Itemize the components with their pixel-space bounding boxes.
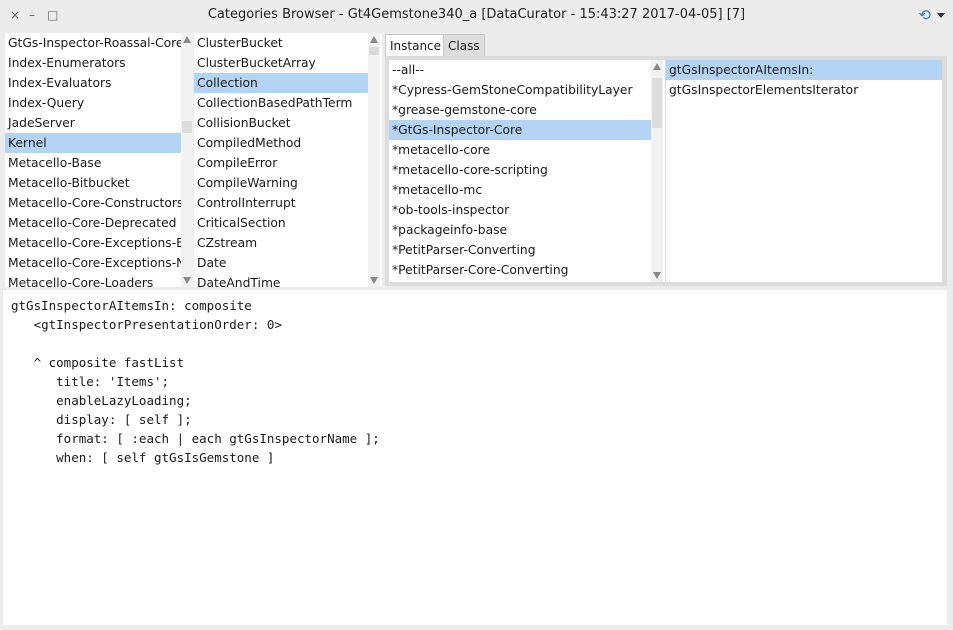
method-list-item[interactable]: gtGsInspectorAItemsIn: (666, 60, 942, 80)
source-line: gtGsInspectorAItemsIn: composite (11, 298, 252, 313)
source-line: ^ composite fastList (11, 355, 185, 370)
scroll-thumb[interactable] (652, 78, 662, 128)
source-line: enableLazyLoading; (11, 393, 192, 408)
category-list-item[interactable]: *ob-tools-inspector (389, 200, 651, 220)
scroll-down-icon[interactable] (653, 272, 661, 279)
class-list-item[interactable]: DateAndTime (194, 273, 368, 287)
category-list-item[interactable]: *packageinfo-base (389, 220, 651, 240)
refresh-icon[interactable]: ⟲ (918, 8, 931, 23)
source-line: <gtInspectorPresentationOrder: 0> (11, 317, 282, 332)
package-list-item[interactable]: Metacello-Core-Exceptions-Noti (5, 253, 181, 273)
tab-instance[interactable]: Instance (385, 34, 447, 57)
package-list-item[interactable]: Metacello-Bitbucket (5, 173, 181, 193)
class-list-scrollbar[interactable] (368, 33, 380, 287)
scroll-thumb[interactable] (182, 121, 192, 133)
package-list-item[interactable]: Kernel (5, 133, 181, 153)
class-list-item[interactable]: CriticalSection (194, 213, 368, 233)
category-list[interactable]: --all-- *Cypress-GemStoneCompatibilityLay… (389, 60, 665, 282)
scroll-up-icon[interactable] (370, 36, 378, 43)
class-list[interactable]: ClusterBucket ClusterBucketArray Collectio… (194, 33, 382, 287)
package-list-item[interactable]: Index-Query (5, 93, 181, 113)
package-list-item[interactable]: Metacello-Core-Deprecated (5, 213, 181, 233)
source-line: format: [ :each | each gtGsInspectorName… (11, 431, 380, 446)
package-list-item[interactable]: GtGs-Inspector-Roassal-Core (5, 33, 181, 53)
category-list-item[interactable]: *metacello-mc (389, 180, 651, 200)
window-menu-arrow-icon[interactable] (937, 12, 945, 18)
package-list-item[interactable]: Metacello-Core-Exceptions-Erro (5, 233, 181, 253)
category-list-item[interactable]: *GtGs-Inspector-Core (389, 120, 651, 140)
category-list-item[interactable]: *grease-gemstone-core (389, 100, 651, 120)
package-list-item[interactable]: Index-Evaluators (5, 73, 181, 93)
source-line: when: [ self gtGsIsGemstone ] (11, 450, 275, 465)
class-list-item[interactable]: CZstream (194, 233, 368, 253)
package-list-item[interactable]: Metacello-Base (5, 153, 181, 173)
class-list-item[interactable]: Collection (194, 73, 368, 93)
package-list-item[interactable]: Index-Enumerators (5, 53, 181, 73)
window-title: Categories Browser - Gt4Gemstone340_a [D… (207, 7, 746, 22)
scroll-down-icon[interactable] (370, 277, 378, 284)
method-list-item[interactable]: gtGsInspectorElementsIterator (666, 80, 942, 100)
scroll-thumb[interactable] (369, 47, 379, 55)
class-list-item[interactable]: CompileWarning (194, 173, 368, 193)
class-list-item[interactable]: ClusterBucketArray (194, 53, 368, 73)
class-list-item[interactable]: CompiledMethod (194, 133, 368, 153)
class-list-item[interactable]: Date (194, 253, 368, 273)
method-source-editor[interactable]: gtGsInspectorAItemsIn: composite <gtInsp… (3, 290, 947, 625)
scroll-up-icon[interactable] (653, 63, 661, 70)
source-line: display: [ self ]; (11, 412, 192, 427)
package-list[interactable]: GtGs-Inspector-Roassal-Core Index-Enumera… (5, 33, 193, 287)
class-list-item[interactable]: ControlInterrupt (194, 193, 368, 213)
category-list-item[interactable]: --all-- (389, 60, 651, 80)
source-line: title: 'Items'; (11, 374, 170, 389)
category-list-item[interactable]: *PetitParser-Converting (389, 240, 651, 260)
class-list-item[interactable]: CollectionBasedPathTerm (194, 93, 368, 113)
scroll-up-icon[interactable] (183, 36, 191, 43)
class-list-item[interactable]: CompileError (194, 153, 368, 173)
category-list-item[interactable]: *Cypress-GemStoneCompatibilityLayer (389, 80, 651, 100)
title-bar: × – □ Categories Browser - Gt4Gemstone34… (0, 0, 953, 31)
category-list-item[interactable]: *metacello-core (389, 140, 651, 160)
category-list-item[interactable]: *PetitParser-Core-Converting (389, 260, 651, 280)
class-list-item[interactable]: CollisionBucket (194, 113, 368, 133)
package-list-item[interactable]: JadeServer (5, 113, 181, 133)
category-list-scrollbar[interactable] (651, 60, 663, 282)
package-list-item[interactable]: Metacello-Core-Constructors (5, 193, 181, 213)
class-list-item[interactable]: ClusterBucket (194, 33, 368, 53)
tab-class[interactable]: Class (443, 34, 485, 57)
package-list-item[interactable]: Metacello-Core-Loaders (5, 273, 181, 287)
scroll-down-icon[interactable] (183, 277, 191, 284)
category-list-item[interactable]: *metacello-core-scripting (389, 160, 651, 180)
method-list[interactable]: gtGsInspectorAItemsIn: gtGsInspectorEleme… (666, 60, 942, 282)
package-list-scrollbar[interactable] (181, 33, 193, 287)
